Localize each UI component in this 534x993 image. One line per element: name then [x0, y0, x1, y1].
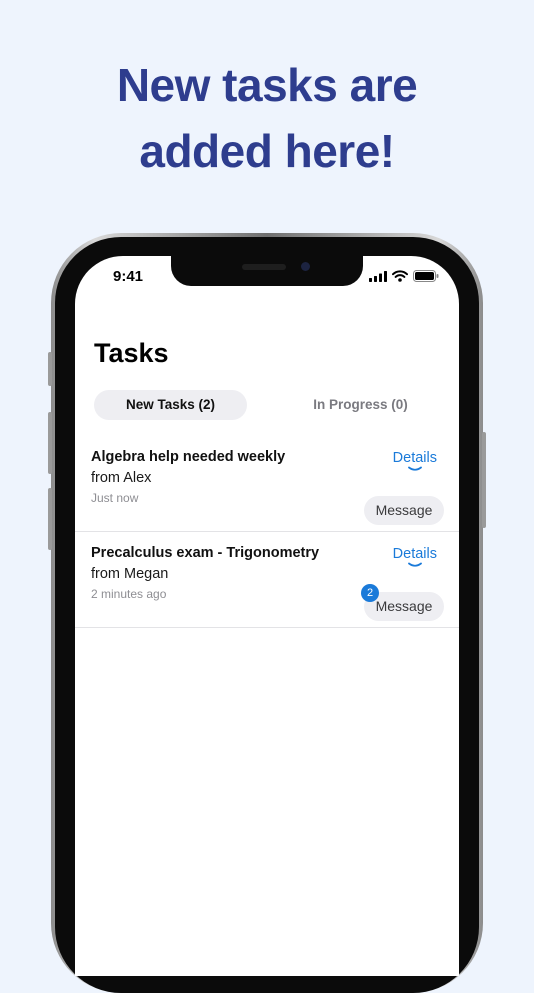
message-button[interactable]: Message — [364, 496, 444, 525]
status-bar-time: 9:41 — [113, 268, 144, 285]
chevron-down-icon — [407, 562, 422, 567]
mute-switch — [48, 352, 52, 386]
task-timestamp: Just now — [91, 491, 139, 505]
message-button[interactable]: 2 Message — [361, 584, 444, 621]
details-link[interactable]: Details — [393, 450, 437, 472]
task-row[interactable]: Precalculus exam - Trigonometry from Meg… — [75, 532, 459, 628]
unread-badge: 2 — [361, 584, 379, 602]
task-timestamp: 2 minutes ago — [91, 587, 167, 601]
task-title: Precalculus exam - Trigonometry — [91, 545, 320, 561]
tab-in-progress[interactable]: In Progress (0) — [284, 390, 437, 420]
message-button-label: Message — [375, 502, 433, 518]
wifi-icon — [392, 270, 408, 282]
signal-icon — [369, 270, 387, 282]
chevron-down-icon — [407, 466, 422, 471]
power-button — [482, 432, 486, 528]
message-button-label: Message — [375, 598, 433, 614]
notch — [171, 256, 363, 286]
tab-new-tasks[interactable]: New Tasks (2) — [94, 390, 247, 420]
volume-up-button — [48, 412, 52, 474]
promo-headline-line-2: added here! — [139, 125, 395, 177]
battery-icon — [413, 270, 439, 282]
promo-headline: New tasks are added here! — [0, 52, 534, 184]
page-title: Tasks — [94, 338, 169, 368]
status-bar-icons — [369, 270, 439, 282]
details-label: Details — [392, 450, 437, 466]
speaker-grille — [242, 264, 286, 270]
details-label: Details — [392, 546, 437, 562]
task-sender: from Alex — [91, 470, 152, 486]
task-row[interactable]: Algebra help needed weekly from Alex Jus… — [75, 436, 459, 532]
front-camera — [301, 262, 310, 271]
phone-screen: 9:41 Tasks New Tasks (2) In Progress (0)… — [75, 256, 459, 976]
volume-down-button — [48, 488, 52, 550]
task-sender: from Megan — [91, 566, 169, 582]
task-tabs: New Tasks (2) In Progress (0) — [94, 390, 442, 420]
details-link[interactable]: Details — [393, 546, 437, 568]
task-title: Algebra help needed weekly — [91, 449, 286, 465]
promo-headline-line-1: New tasks are — [116, 59, 418, 111]
